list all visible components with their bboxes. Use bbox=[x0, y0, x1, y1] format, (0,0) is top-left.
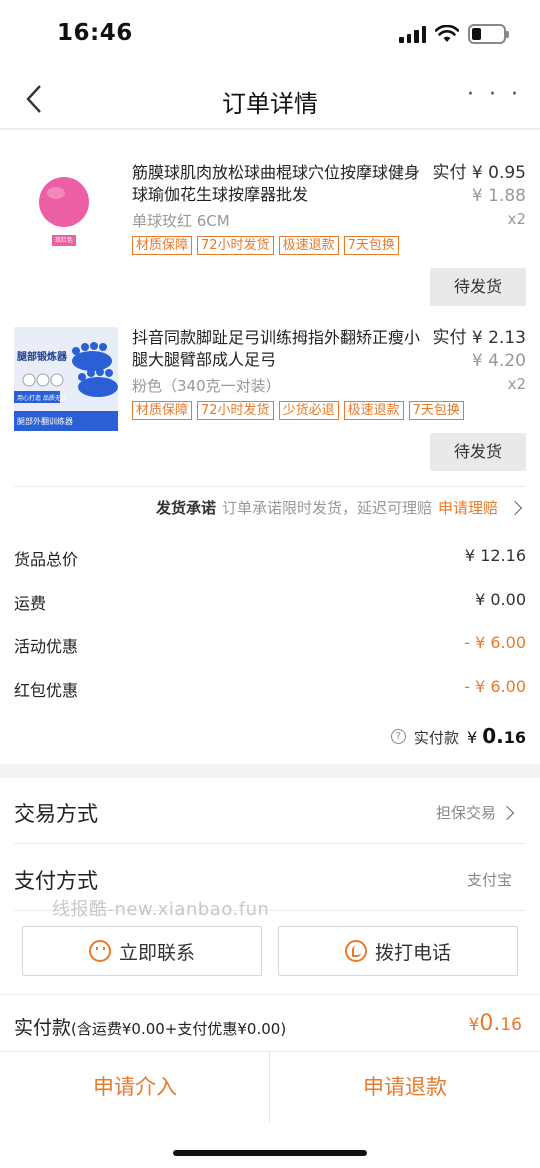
fee-label: 红包优惠 bbox=[14, 681, 79, 700]
service-tag: 7天包换 bbox=[343, 236, 399, 255]
service-tag: 7天包换 bbox=[408, 401, 464, 420]
fee-label: 货品总价 bbox=[14, 550, 79, 569]
item-quantity: x2 bbox=[507, 375, 526, 393]
paid-integer: 0. bbox=[482, 724, 504, 748]
request-intervention-button[interactable]: 申请介入 bbox=[0, 1052, 270, 1122]
item-spec: 单球玫红 6CM bbox=[132, 212, 230, 230]
status-icons bbox=[399, 24, 509, 44]
call-label: 拨打电话 bbox=[374, 941, 451, 964]
fee-value: ¥ 0.00 bbox=[475, 590, 526, 609]
fee-row-goods-total: 货品总价 ¥ 12.16 bbox=[14, 546, 526, 570]
item-price: 实付 ¥ 0.95 bbox=[432, 163, 526, 183]
total-bar: 实付款(含运费¥0.00+支付优惠¥0.00) ¥0.16 bbox=[0, 994, 540, 1052]
item-original-price: ¥ 4.20 bbox=[471, 351, 526, 371]
fee-row-shipping: 运费 ¥ 0.00 bbox=[14, 590, 526, 614]
chat-icon bbox=[88, 940, 111, 962]
section-divider bbox=[0, 764, 540, 778]
trade-method-value: 担保交易 bbox=[435, 802, 515, 823]
total-detail: (含运费¥0.00+支付优惠¥0.00) bbox=[71, 1020, 287, 1038]
nav-bar: 订单详情 · · · bbox=[0, 70, 540, 130]
signal-icon bbox=[399, 25, 426, 43]
order-item[interactable]: 玫红色 筋膜球肌肉放松球曲棍球穴位按摩球健身球瑜伽花生球按摩器批发 实付 ¥ 0… bbox=[14, 162, 526, 306]
item-price: 实付 ¥ 2.13 bbox=[432, 328, 526, 348]
fee-label: 活动优惠 bbox=[14, 637, 79, 656]
promise-label: 发货承诺 bbox=[155, 499, 216, 517]
chevron-right-icon[interactable] bbox=[499, 805, 515, 820]
product-image[interactable]: 腿部锻炼器 用心打造 品质无忧 腿部外翻训练器 bbox=[14, 327, 118, 431]
wifi-icon bbox=[435, 25, 459, 42]
paid-amount-row: ? 实付款 ¥ 0.16 bbox=[390, 724, 526, 748]
service-tag: 材质保障 bbox=[132, 236, 193, 255]
service-tag: 极速退款 bbox=[278, 236, 339, 255]
image-label: 玫红色 bbox=[54, 237, 73, 244]
phone-icon bbox=[344, 940, 367, 962]
fee-value: - ¥ 6.00 bbox=[464, 633, 526, 652]
service-tags: 材质保障 72小时发货 极速退款 7天包换 bbox=[132, 236, 399, 255]
fee-row-promotion: 活动优惠 - ¥ 6.00 bbox=[14, 633, 526, 657]
payment-method-label: 支付方式 bbox=[14, 869, 98, 893]
home-indicator bbox=[173, 1150, 367, 1156]
image-heading: 腿部锻炼器 bbox=[17, 352, 67, 363]
item-title[interactable]: 抖音同款脚趾足弓训练拇指外翻矫正瘦小腿大腿臂部成人足弓 bbox=[132, 327, 422, 371]
shipping-promise: 发货承诺 订单承诺限时发货，延迟可理赔 申请理赔 bbox=[155, 497, 523, 518]
contact-seller-label: 立即联系 bbox=[118, 941, 195, 964]
payment-method-value: 支付宝 bbox=[466, 871, 512, 889]
total-label-text: 实付款 bbox=[14, 1017, 72, 1039]
paid-label: 实付款 bbox=[413, 729, 459, 747]
contact-seller-button[interactable]: 立即联系 bbox=[22, 926, 262, 976]
total-amount: ¥0.16 bbox=[469, 1011, 522, 1036]
page-title: 订单详情 bbox=[222, 90, 318, 118]
image-subtext: 用心打造 品质无忧 bbox=[17, 395, 67, 402]
fee-value: - ¥ 6.00 bbox=[464, 677, 526, 696]
service-tags: 材质保障 72小时发货 少货必退 极速退款 7天包换 bbox=[132, 401, 464, 420]
item-title[interactable]: 筋膜球肌肉放松球曲棍球穴位按摩球健身球瑜伽花生球按摩器批发 bbox=[132, 162, 422, 206]
chevron-right-icon[interactable] bbox=[507, 500, 523, 515]
trade-method-label: 交易方式 bbox=[14, 802, 98, 826]
service-tag: 72小时发货 bbox=[197, 236, 274, 255]
total-currency: ¥ bbox=[468, 1015, 480, 1035]
total-decimal: 16 bbox=[500, 1015, 522, 1035]
total-integer: 0. bbox=[479, 1011, 501, 1036]
promise-text: 订单承诺限时发货，延迟可理赔 bbox=[221, 499, 432, 517]
request-refund-button[interactable]: 申请退款 bbox=[270, 1052, 540, 1122]
total-label: 实付款(含运费¥0.00+支付优惠¥0.00) bbox=[14, 1013, 286, 1040]
image-footer: 腿部外翻训练器 bbox=[17, 417, 73, 426]
item-original-price: ¥ 1.88 bbox=[471, 186, 526, 206]
product-image[interactable]: 玫红色 bbox=[14, 162, 118, 266]
claim-link[interactable]: 申请理赔 bbox=[438, 497, 498, 518]
order-item[interactable]: 腿部锻炼器 用心打造 品质无忧 腿部外翻训练器 抖音同款脚趾足弓训练拇指外翻矫正… bbox=[14, 327, 526, 472]
paid-decimal: 16 bbox=[503, 728, 526, 747]
watermark: 线报酷-new.xianbao.fun bbox=[52, 899, 270, 920]
item-spec: 粉色（340克一对装） bbox=[132, 377, 281, 395]
trade-method-text: 担保交易 bbox=[435, 804, 496, 822]
service-tag: 少货必退 bbox=[278, 401, 339, 420]
service-tag: 72小时发货 bbox=[197, 401, 274, 420]
paid-currency: ¥ bbox=[466, 728, 478, 747]
item-quantity: x2 bbox=[507, 210, 526, 228]
service-tag: 材质保障 bbox=[132, 401, 193, 420]
pending-shipment-button[interactable]: 待发货 bbox=[430, 268, 526, 306]
service-tag: 极速退款 bbox=[343, 401, 404, 420]
status-time: 16:46 bbox=[57, 20, 133, 46]
fee-value: ¥ 12.16 bbox=[464, 546, 526, 565]
call-button[interactable]: 拨打电话 bbox=[278, 926, 518, 976]
status-bar: 16:46 bbox=[0, 0, 540, 70]
trade-method-row[interactable]: 交易方式 担保交易 bbox=[14, 778, 526, 844]
question-icon[interactable]: ? bbox=[390, 728, 406, 744]
paid-amount: ¥ 0.16 bbox=[467, 724, 526, 748]
pending-shipment-button[interactable]: 待发货 bbox=[430, 433, 526, 471]
shipping-promise-row[interactable]: 发货承诺 订单承诺限时发货，延迟可理赔 申请理赔 bbox=[14, 486, 526, 530]
more-icon[interactable]: · · · bbox=[467, 82, 522, 107]
fee-label: 运费 bbox=[14, 594, 47, 613]
battery-icon bbox=[468, 24, 509, 44]
fee-row-red-packet: 红包优惠 - ¥ 6.00 bbox=[14, 677, 526, 701]
